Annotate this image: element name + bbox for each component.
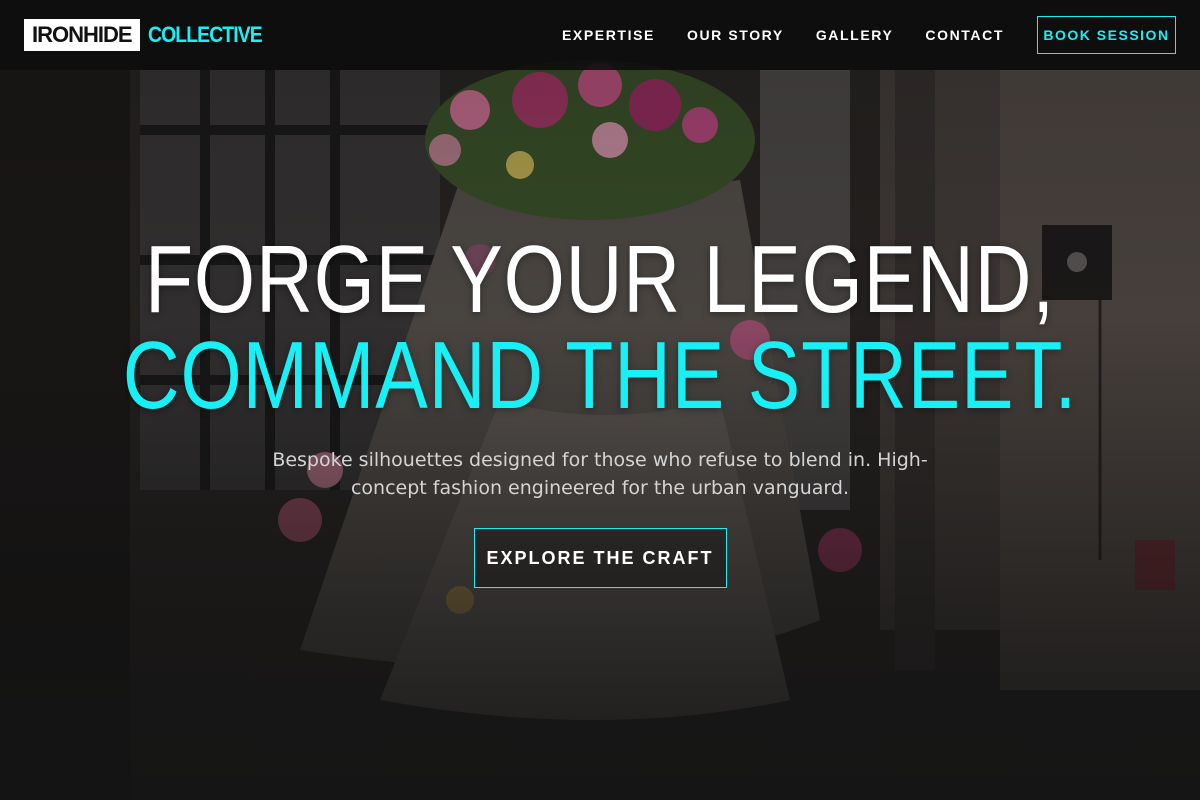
logo-secondary-text: COLLECTIVE [147, 22, 263, 47]
nav-links: EXPERTISE OUR STORY GALLERY CONTACT BOOK… [530, 16, 1176, 54]
brand-logo[interactable]: IRONHIDE COLLECTIVE [24, 19, 277, 51]
hero-headline: FORGE YOUR LEGEND, COMMAND THE STREET. [0, 232, 1200, 424]
headline-line-1: FORGE YOUR LEGEND, [144, 226, 1055, 333]
nav-link-contact[interactable]: CONTACT [925, 27, 1004, 43]
top-navigation-bar: IRONHIDE COLLECTIVE EXPERTISE OUR STORY … [0, 0, 1200, 70]
nav-link-our-story[interactable]: OUR STORY [687, 27, 784, 43]
logo-primary-text: IRONHIDE [24, 19, 140, 51]
explore-the-craft-button[interactable]: EXPLORE THE CRAFT [473, 528, 727, 588]
nav-link-gallery[interactable]: GALLERY [816, 27, 894, 43]
hero-content: FORGE YOUR LEGEND, COMMAND THE STREET. B… [0, 232, 1200, 588]
hero-subtitle: Bespoke silhouettes designed for those w… [272, 449, 928, 499]
book-session-button[interactable]: BOOK SESSION [1037, 16, 1176, 54]
nav-link-expertise[interactable]: EXPERTISE [562, 27, 655, 43]
headline-line-2: COMMAND THE STREET. [122, 322, 1078, 429]
